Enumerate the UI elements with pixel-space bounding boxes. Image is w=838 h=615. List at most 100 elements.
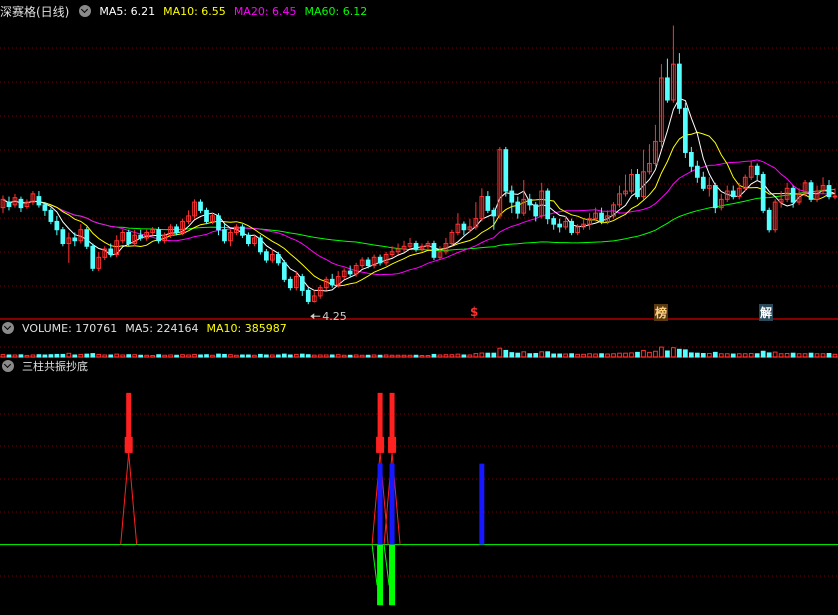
- volume-bar: [599, 353, 604, 358]
- indicator-red-ramp: [128, 452, 138, 545]
- volume-bar: [509, 352, 515, 358]
- volume-bar: [353, 354, 359, 358]
- volume-bar: [192, 353, 197, 358]
- candle-body: [730, 190, 736, 198]
- volume-bar: [527, 353, 533, 358]
- candle-body: [635, 174, 640, 198]
- volume-bar: [305, 354, 311, 358]
- candle-body: [216, 215, 221, 231]
- candle-body: [683, 107, 688, 153]
- indicator-title: 三柱共振抄底: [22, 360, 88, 373]
- chevron-down-icon[interactable]: [79, 5, 92, 17]
- candle-body: [826, 185, 832, 198]
- candle-body: [515, 201, 521, 214]
- volume-bar: [742, 353, 748, 358]
- volume-bar: [581, 353, 586, 358]
- volume-bar: [820, 353, 826, 358]
- ma5-value: MA5: 6.21: [99, 4, 156, 18]
- volume-bar: [563, 353, 569, 358]
- volume-bar: [766, 352, 772, 358]
- candle-body: [6, 201, 12, 208]
- volume-bar: [144, 354, 150, 358]
- volume-bar: [665, 350, 670, 358]
- volume-bar: [108, 354, 114, 358]
- candle-body: [712, 185, 718, 209]
- candle-body: [60, 229, 66, 245]
- volume-bar: [347, 354, 353, 358]
- candle-body: [790, 187, 796, 203]
- candle-body: [599, 212, 604, 222]
- candle-body: [222, 229, 227, 242]
- volume-bar: [712, 351, 718, 358]
- volume-bar: [790, 352, 796, 358]
- indicator-red-cap: [376, 436, 385, 453]
- volume-bar: [317, 354, 323, 358]
- volume-bar: [533, 352, 539, 358]
- volume-bar: [611, 353, 616, 358]
- volume-bar: [724, 353, 730, 358]
- candle-body: [258, 237, 263, 253]
- candle-body: [700, 176, 706, 189]
- candle-body: [766, 209, 772, 231]
- volume-bar: [281, 353, 287, 358]
- candle-body: [760, 174, 766, 211]
- stock-chart[interactable]: 4.25: [0, 0, 838, 615]
- volume-bar: [168, 354, 173, 358]
- candle-body: [72, 237, 78, 242]
- marker-jie[interactable]: 解: [759, 304, 774, 321]
- volume-bar: [826, 352, 832, 358]
- indicator-green-bar: [377, 544, 384, 606]
- volume-bar: [275, 354, 281, 358]
- volume-bar: [186, 354, 191, 358]
- stock-name: 深赛格(日线): [0, 4, 70, 19]
- chevron-down-icon[interactable]: [2, 360, 14, 372]
- candle-body: [461, 223, 467, 231]
- volume-bar: [389, 354, 395, 358]
- marker-bang[interactable]: 榜: [654, 304, 669, 321]
- volume-bar: [329, 354, 335, 358]
- candle-body: [677, 63, 682, 109]
- volume-bar: [341, 354, 347, 358]
- volume-bar: [653, 350, 658, 358]
- indicator-blue-bar: [377, 463, 383, 545]
- candle-body: [509, 190, 515, 203]
- volume-bar: [551, 353, 557, 358]
- candle-body: [533, 204, 539, 217]
- candle-body: [299, 276, 305, 291]
- candle-body: [377, 256, 383, 264]
- indicator-red-cap: [124, 436, 133, 453]
- volume-bar: [808, 352, 814, 358]
- volume-ma10-value: MA10: 385987: [206, 321, 287, 335]
- candle-body: [240, 226, 245, 236]
- indicator-red-ramp: [120, 452, 130, 545]
- ma5-line: [2, 97, 836, 292]
- volume-bar: [431, 353, 437, 358]
- volume-bar: [760, 350, 766, 358]
- ma10-value: MA10: 6.55: [163, 4, 226, 18]
- volume-bar: [138, 354, 144, 358]
- volume-value: VOLUME: 170761: [22, 321, 118, 335]
- candle-body: [246, 234, 251, 245]
- volume-bar: [383, 354, 389, 358]
- volume-bar: [467, 354, 473, 358]
- marker-s[interactable]: $: [469, 305, 479, 319]
- volume-bar: [671, 347, 676, 358]
- volume-bar: [216, 353, 221, 358]
- candle-body: [90, 245, 96, 269]
- candle-body: [108, 248, 114, 256]
- volume-bar: [395, 354, 401, 358]
- candle-body: [832, 195, 838, 198]
- volume-bar: [539, 351, 545, 358]
- candle-body: [281, 262, 287, 280]
- volume-bar: [162, 354, 167, 358]
- ma10-line: [2, 131, 836, 287]
- volume-bar: [228, 354, 233, 358]
- volume-bar: [323, 354, 329, 358]
- volume-bar: [677, 348, 682, 358]
- volume-bar: [234, 354, 239, 358]
- volume-bar: [796, 353, 802, 358]
- chevron-down-icon[interactable]: [2, 322, 14, 334]
- volume-bar: [299, 353, 305, 358]
- volume-bar: [407, 354, 413, 358]
- volume-bar: [443, 354, 449, 358]
